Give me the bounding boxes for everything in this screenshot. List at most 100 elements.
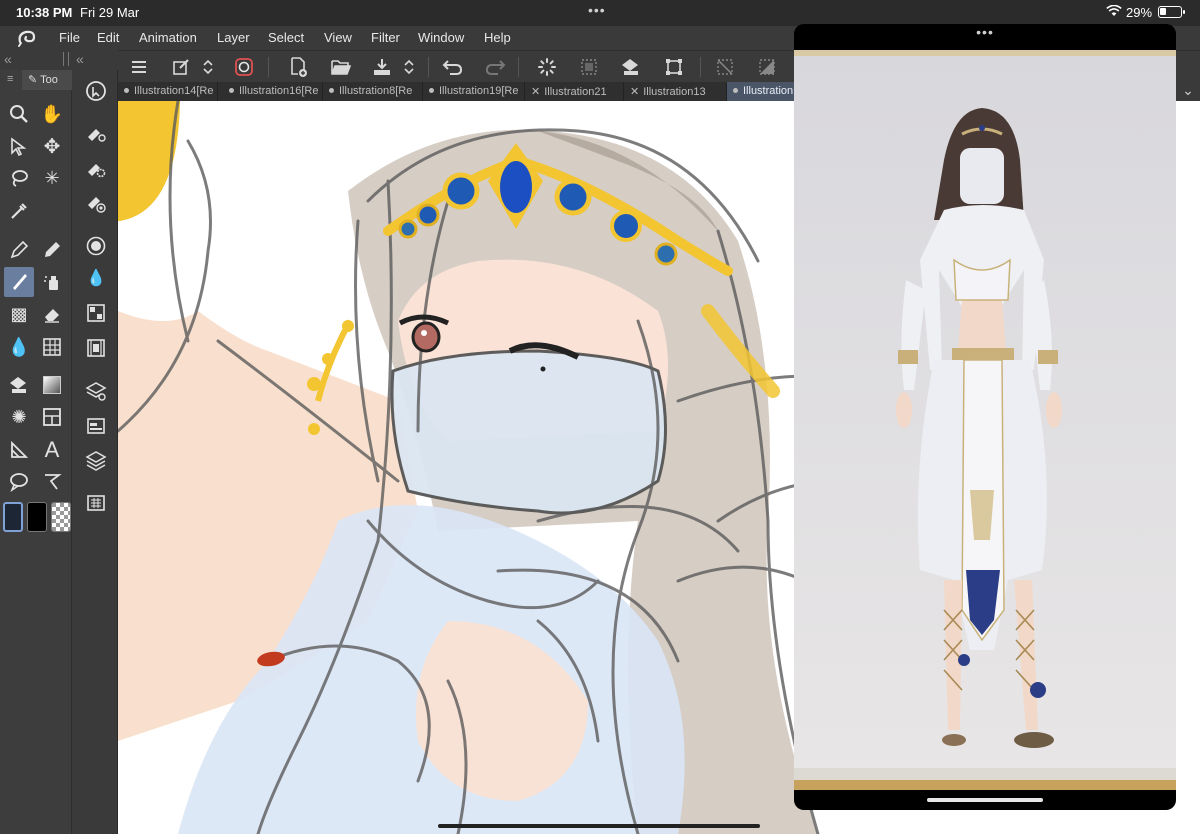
subtool-target-button[interactable] <box>80 188 112 218</box>
menu-select[interactable]: Select <box>268 30 304 45</box>
reference-window[interactable]: ••• <box>794 24 1176 810</box>
subtool-layer-stack-button[interactable] <box>80 376 112 406</box>
open-button[interactable] <box>328 55 354 79</box>
clear-outside-button[interactable] <box>576 55 602 79</box>
film-icon <box>87 339 105 357</box>
save-stepper-button[interactable] <box>401 55 417 79</box>
menu-help[interactable]: Help <box>484 30 511 45</box>
window-home-indicator[interactable] <box>927 798 1043 802</box>
multitask-dots-icon[interactable]: ••• <box>588 2 606 18</box>
subtool-navigator-button[interactable] <box>80 411 112 441</box>
magic-wand-tool[interactable]: ✳ <box>37 163 67 193</box>
speech-line-tool[interactable] <box>37 467 67 497</box>
object-icon <box>11 137 27 156</box>
tab-label: Illustration <box>743 85 794 97</box>
subtool-material-button[interactable] <box>80 488 112 518</box>
brush-tool[interactable] <box>4 267 34 297</box>
tab-illustration19-re[interactable]: Illustration19[Re <box>423 82 525 101</box>
subtool-layer-property-button[interactable] <box>80 298 112 328</box>
hamburger-icon[interactable]: ≡ <box>7 73 13 85</box>
collapse-subdock-icon[interactable]: « <box>76 51 84 67</box>
text-tool[interactable]: A <box>37 435 67 465</box>
fill-icon <box>622 59 638 75</box>
object-tool[interactable] <box>4 131 34 161</box>
layer-stack-gear-icon <box>85 382 107 401</box>
tab-bullet-icon <box>429 88 434 93</box>
new-file-button[interactable] <box>286 55 312 79</box>
eraser-tool[interactable] <box>37 299 67 329</box>
menu-window[interactable]: Window <box>418 30 464 45</box>
fill-button[interactable] <box>618 55 644 79</box>
clear-button[interactable] <box>534 55 560 79</box>
save-button[interactable] <box>369 55 395 79</box>
brush-size-icon <box>86 236 106 256</box>
tab-illustration16-re[interactable]: Illustration16[Re <box>223 82 323 101</box>
collapse-dock-icon[interactable]: « <box>4 51 12 67</box>
subtool-animation-button[interactable] <box>80 333 112 363</box>
transparent-color-swatch[interactable] <box>51 502 71 532</box>
pencil-tool[interactable] <box>37 235 67 265</box>
main-color-swatch[interactable] <box>3 502 23 532</box>
menu-layer[interactable]: Layer <box>217 30 250 45</box>
balloon-tool[interactable] <box>4 467 34 497</box>
subtool-layers-button[interactable] <box>80 445 112 475</box>
transform-button[interactable] <box>661 55 687 79</box>
window-grabber-icon[interactable]: ••• <box>794 24 1176 48</box>
text-icon: A <box>44 437 60 462</box>
deselect-button[interactable] <box>712 55 738 79</box>
eyedropper-tool[interactable] <box>4 196 34 226</box>
navigator-icon <box>87 418 105 434</box>
menu-animation[interactable]: Animation <box>139 30 197 45</box>
correct-line-tool[interactable] <box>4 435 34 465</box>
redo-icon <box>485 60 506 75</box>
invert-selection-button[interactable] <box>754 55 780 79</box>
tool-tab-active[interactable]: ✎ Too <box>22 70 72 90</box>
dock-grip-icon[interactable] <box>63 52 69 66</box>
subtool-select-button[interactable] <box>80 76 112 106</box>
decoration-tool[interactable]: ▩ <box>4 299 34 329</box>
tab-illustration8-re[interactable]: Illustration8[Re <box>323 82 423 101</box>
menu-filter[interactable]: Filter <box>371 30 400 45</box>
blend-tool[interactable]: 💧 <box>4 332 34 362</box>
sub-color-swatch[interactable] <box>27 502 47 532</box>
tab-illustration14-re[interactable]: Illustration14[Re <box>118 82 218 101</box>
status-date: Fri 29 Mar <box>80 5 140 20</box>
menu-view[interactable]: View <box>324 30 352 45</box>
clip-studio-logo-icon[interactable] <box>16 28 38 48</box>
subtool-gear-button[interactable] <box>80 153 112 183</box>
tab-illustration13[interactable]: ✕ Illustration13 <box>624 82 727 101</box>
menu-edit[interactable]: Edit <box>97 30 119 45</box>
undo-button[interactable] <box>440 55 466 79</box>
airbrush-tool[interactable] <box>37 267 67 297</box>
menu-button[interactable] <box>126 55 152 79</box>
balloon-icon <box>10 473 28 492</box>
close-tab-icon[interactable]: ✕ <box>630 86 639 98</box>
pen-tool[interactable] <box>4 235 34 265</box>
new-file-icon <box>291 57 307 77</box>
tab-bullet-icon <box>229 88 234 93</box>
subtool-brush-settings-button[interactable] <box>80 118 112 148</box>
fill-tool[interactable] <box>4 370 34 400</box>
tab-illustration21[interactable]: ✕ Illustration21 <box>525 82 624 101</box>
move-tool[interactable]: ✥ <box>37 131 67 161</box>
figure-icon: ✺ <box>11 406 27 427</box>
ruler-tool[interactable] <box>37 332 67 362</box>
frame-tool[interactable] <box>37 402 67 432</box>
clip-studio-button[interactable] <box>231 55 257 79</box>
home-indicator[interactable] <box>438 824 760 828</box>
subtool-brush-size-button[interactable] <box>80 231 112 261</box>
gradient-tool[interactable] <box>37 370 67 400</box>
right-dock-toggle[interactable]: ⌄ <box>1176 82 1200 101</box>
subtool-density-button[interactable]: 💧 <box>80 263 112 293</box>
reference-character <box>794 50 1176 790</box>
stepper-button[interactable] <box>200 55 216 79</box>
redo-button[interactable] <box>482 55 508 79</box>
lasso-tool[interactable] <box>4 163 34 193</box>
hand-tool[interactable]: ✋ <box>37 99 67 129</box>
new-canvas-button[interactable] <box>168 55 194 79</box>
zoom-tool[interactable] <box>4 99 34 129</box>
tool-palette-tab[interactable]: ≡ ✎ Too <box>0 70 72 90</box>
figure-tool[interactable]: ✺ <box>4 402 34 432</box>
menu-file[interactable]: File <box>59 30 80 45</box>
close-tab-icon[interactable]: ✕ <box>531 86 540 98</box>
